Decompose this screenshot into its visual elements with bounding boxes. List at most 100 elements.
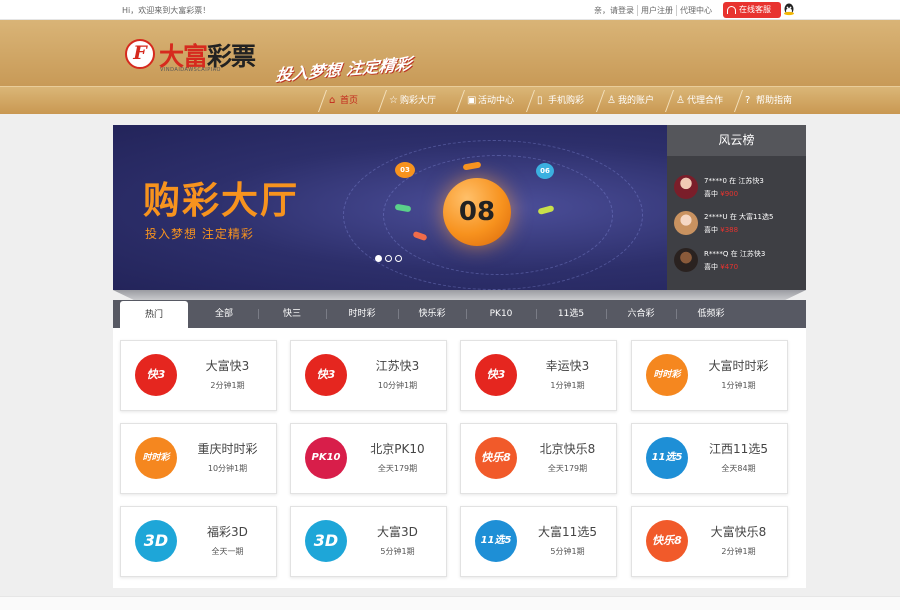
nav-item-home[interactable]: ⌂ 首页: [317, 87, 358, 115]
tab-pk10[interactable]: PK10: [466, 300, 537, 328]
11x5-logo-icon: 11选5: [475, 520, 517, 562]
tab-kuaile[interactable]: 快乐彩: [398, 300, 467, 328]
game-card-fucai-3d[interactable]: 3D 福彩3D 全天一期: [120, 506, 277, 577]
login-link[interactable]: 亲，请登录: [591, 5, 637, 16]
ranking-line: 2****U 在 大富11选5: [704, 212, 773, 222]
banner-subtitle: 投入梦想 注定精彩: [145, 227, 254, 241]
3d-logo-icon: 3D: [305, 520, 347, 562]
game-card-dafu-11x5[interactable]: 11选5 大富11选5 5分钟1期: [460, 506, 617, 577]
game-card-jiangxi-11x5[interactable]: 11选5 江西11选5 全天84期: [631, 423, 788, 494]
tab-ssc[interactable]: 时时彩: [326, 300, 399, 328]
game-name: 江苏快3: [375, 359, 420, 373]
game-card-dafu-ssc[interactable]: 时时彩 大富时时彩 1分钟1期: [631, 340, 788, 411]
ranking-amount: ¥900: [720, 190, 739, 198]
game-frequency: 10分钟1期: [207, 464, 248, 473]
banner-title: 购彩大厅: [143, 179, 299, 222]
ball-03: 03: [395, 162, 415, 178]
game-card-dafu-k3[interactable]: 快3 大富快3 2分钟1期: [120, 340, 277, 411]
nav-item-help[interactable]: ? 帮助指南: [733, 87, 793, 115]
game-frequency: 全天179期: [547, 464, 588, 473]
nav-item-agent[interactable]: ♙ 代理合作: [664, 87, 723, 115]
winners-ranking: 风云榜 7****0 在 江苏快3 喜中 ¥900 2****U 在 大富11选…: [667, 125, 806, 290]
site-header: F 大富彩票 VINDAIDAWSCAIPIAO 投入梦想 注定精彩: [0, 20, 900, 86]
nav-item-activity-center[interactable]: ▣ 活动中心: [455, 87, 514, 115]
game-name: 幸运快3: [545, 359, 590, 373]
game-card-beijing-kl8[interactable]: 快乐8 北京快乐8 全天179期: [460, 423, 617, 494]
kl8-logo-icon: 快乐8: [646, 520, 688, 562]
tab-label: PK10: [489, 309, 513, 319]
game-frequency: 10分钟1期: [377, 381, 418, 390]
logo-icon[interactable]: F: [125, 39, 155, 69]
online-service-button[interactable]: 在线客服: [723, 2, 781, 18]
tab-hot[interactable]: 热门: [120, 301, 188, 328]
hero-banner[interactable]: 03 06 08 购彩大厅 投入梦想 注定精彩: [113, 125, 667, 290]
game-card-lucky-k3[interactable]: 快3 幸运快3 1分钟1期: [460, 340, 617, 411]
game-name: 江西11选5: [709, 442, 768, 456]
nav-item-mobile[interactable]: ▯ 手机购彩: [525, 87, 584, 115]
tab-label: 11选5: [557, 309, 585, 319]
tab-liuhecai[interactable]: 六合彩: [606, 300, 677, 328]
carousel-dot-2[interactable]: [385, 255, 392, 262]
tab-label: 六合彩: [627, 309, 655, 319]
welcome-text: Hi，欢迎来到大富彩票！: [122, 6, 211, 15]
tab-all[interactable]: 全部: [190, 300, 259, 328]
3d-logo-icon: 3D: [135, 520, 177, 562]
tab-k3[interactable]: 快三: [258, 300, 327, 328]
ranking-game: 江苏快3: [739, 250, 766, 258]
carousel-dot-3[interactable]: [395, 255, 402, 262]
page-bottom-strip: [0, 596, 900, 610]
game-card-dafu-3d[interactable]: 3D 大富3D 5分钟1期: [290, 506, 447, 577]
tab-label: 时时彩: [348, 309, 376, 319]
game-name: 福彩3D: [207, 525, 248, 539]
11x5-logo-icon: 11选5: [646, 437, 688, 479]
nav-item-lottery-hall[interactable]: ☆ 购彩大厅: [377, 87, 437, 115]
game-name: 大富时时彩: [708, 359, 769, 373]
game-card-jiangsu-k3[interactable]: 快3 江苏快3 10分钟1期: [290, 340, 447, 411]
ranking-word-in: 在: [729, 177, 737, 185]
game-name: 大富3D: [377, 525, 418, 539]
nav-label: 帮助指南: [756, 96, 793, 106]
top-bar: Hi，欢迎来到大富彩票！ 亲，请登录 用户注册 代理中心 在线客服: [0, 0, 900, 20]
qq-icon[interactable]: [783, 3, 795, 17]
ranking-item: R****Q 在 江苏快3 喜中 ¥470: [674, 246, 804, 278]
nav-separator: [664, 90, 675, 112]
tab-label: 低频彩: [697, 309, 725, 319]
game-card-dafu-kl8[interactable]: 快乐8 大富快乐8 2分钟1期: [631, 506, 788, 577]
nav-separator: [455, 90, 466, 112]
tab-bar: 热门 全部 快三 时时彩 快乐彩 PK10 11选5 六合彩 低频彩: [113, 300, 806, 328]
account-links: 亲，请登录 用户注册 代理中心: [591, 5, 715, 16]
nav-label: 我的账户: [618, 96, 655, 106]
ranking-item: 7****0 在 江苏快3 喜中 ¥900: [674, 173, 804, 205]
game-card-chongqing-ssc[interactable]: 时时彩 重庆时时彩 10分钟1期: [120, 423, 277, 494]
ranking-amount: ¥388: [720, 226, 739, 234]
ranking-title: 风云榜: [667, 125, 806, 156]
ball-08: 08: [443, 178, 511, 246]
ranking-user: 2****U: [704, 213, 728, 221]
headset-icon: [727, 6, 736, 14]
nav-label: 购彩大厅: [400, 96, 437, 106]
mobile-icon: ▯: [537, 95, 543, 106]
ranking-win-label: 喜中: [704, 190, 718, 198]
agent-center-link[interactable]: 代理中心: [676, 5, 715, 16]
tab-lowfreq[interactable]: 低频彩: [676, 300, 746, 328]
nav-item-my-account[interactable]: ♙ 我的账户: [595, 87, 655, 115]
tabs-shelf: [113, 290, 806, 300]
register-link[interactable]: 用户注册: [637, 5, 676, 16]
game-frequency: 全天84期: [721, 464, 756, 473]
game-card-beijing-pk10[interactable]: PK10 北京PK10 全天179期: [290, 423, 447, 494]
tab-label: 快三: [282, 309, 301, 319]
ranking-line: 7****0 在 江苏快3: [704, 176, 764, 186]
carousel-dot-1[interactable]: [375, 255, 382, 262]
nav-separator: [733, 90, 744, 112]
agent-icon: ♙: [676, 95, 685, 106]
pk10-logo-icon: PK10: [305, 437, 347, 479]
ranking-line: R****Q 在 江苏快3: [704, 249, 765, 259]
ranking-amount: ¥470: [720, 263, 739, 271]
tab-11x5[interactable]: 11选5: [536, 300, 607, 328]
game-frequency: 1分钟1期: [550, 381, 585, 390]
ranking-item: 2****U 在 大富11选5 喜中 ¥388: [674, 209, 804, 241]
nav-separator: [317, 90, 328, 112]
avatar: [674, 175, 698, 199]
game-name: 大富快3: [205, 359, 250, 373]
logo-subtext: VINDAIDAWSCAIPIAO: [160, 67, 221, 73]
